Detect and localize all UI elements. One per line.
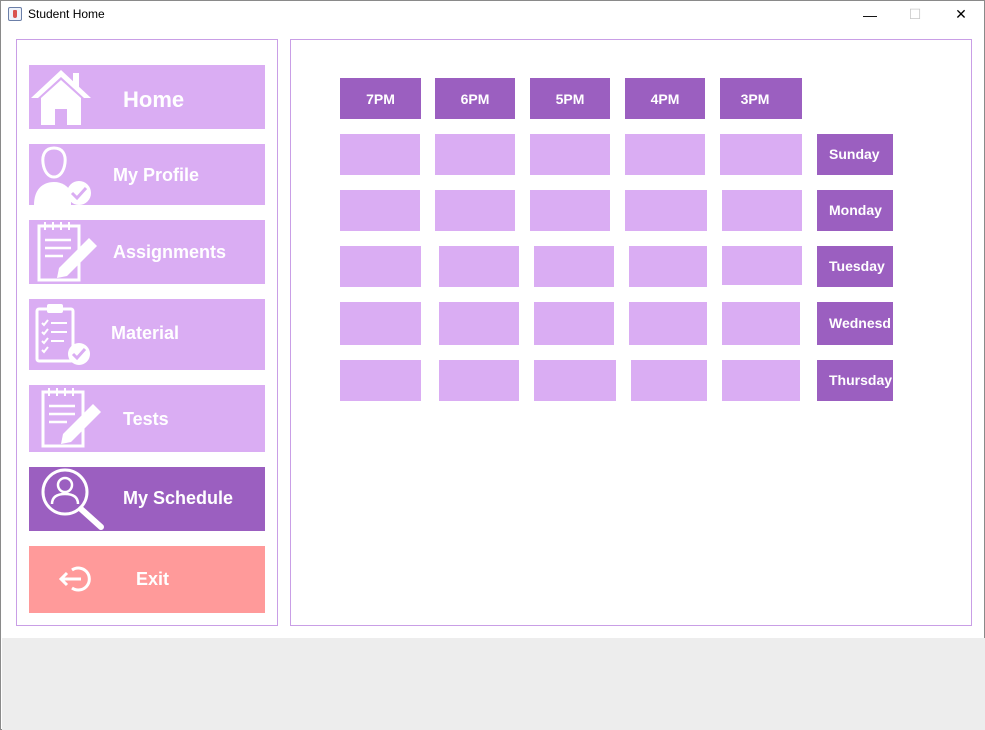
day-label-thursday: Thursday [817, 360, 893, 401]
sidebar-item-label: Tests [123, 409, 169, 429]
user-search-icon [41, 468, 104, 530]
sidebar-item-label: Exit [136, 569, 170, 589]
schedule-cell[interactable] [625, 134, 705, 175]
sidebar-item-label: Home [123, 87, 185, 112]
schedule-cell[interactable] [439, 246, 519, 287]
sidebar-item-home[interactable]: Home [29, 65, 265, 129]
schedule-cell[interactable] [720, 134, 802, 175]
home-icon [31, 70, 91, 125]
schedule-cell[interactable] [629, 302, 707, 345]
maximize-button[interactable]: ☐ [892, 1, 938, 28]
sidebar-item-my-schedule[interactable]: My Schedule [29, 467, 265, 531]
schedule-cell[interactable] [530, 190, 610, 231]
day-label-sunday: Sunday [817, 134, 893, 175]
user-check-icon [34, 146, 91, 205]
sidebar-item-assignments[interactable]: Assignments [29, 220, 265, 284]
sidebar-item-label: My Schedule [123, 488, 234, 508]
clipboard-checklist-icon [35, 304, 90, 365]
sidebar-panel: Home My Profile Assignments Material Tes… [16, 39, 278, 626]
schedule-cell[interactable] [534, 360, 616, 401]
sidebar-item-label: My Profile [113, 165, 200, 185]
day-label-monday: Monday [817, 190, 893, 231]
sidebar-item-label: Assignments [113, 242, 227, 262]
schedule-cell[interactable] [530, 134, 610, 175]
schedule-cell[interactable] [722, 360, 800, 401]
status-area [2, 638, 985, 730]
schedule-cell[interactable] [631, 360, 707, 401]
time-header-7pm: 7PM [340, 78, 421, 119]
day-label-wednesday: Wednesd [817, 302, 893, 345]
schedule-cell[interactable] [340, 134, 420, 175]
app-window: Student Home — ☐ ✕ Home My Profile Assig… [0, 0, 985, 730]
minimize-button[interactable]: — [847, 1, 893, 28]
sidebar-item-material[interactable]: Material [29, 299, 265, 370]
schedule-cell[interactable] [435, 190, 515, 231]
schedule-cell[interactable] [534, 302, 614, 345]
schedule-cell[interactable] [439, 360, 519, 401]
sidebar-item-my-profile[interactable]: My Profile [29, 144, 265, 205]
notepad-pencil-icon [37, 222, 97, 282]
logout-icon [59, 566, 91, 592]
schedule-cell[interactable] [722, 302, 800, 345]
schedule-cell[interactable] [435, 134, 515, 175]
notepad-pencil-icon [41, 388, 101, 448]
java-app-icon [8, 7, 22, 21]
time-header-4pm: 4PM [625, 78, 705, 119]
title-bar: Student Home — ☐ ✕ [1, 1, 984, 28]
schedule-cell[interactable] [439, 302, 519, 345]
schedule-cell[interactable] [722, 246, 802, 285]
day-label-tuesday: Tuesday [817, 246, 893, 287]
time-header-5pm: 5PM [530, 78, 610, 119]
schedule-cell[interactable] [340, 246, 421, 287]
sidebar-item-label: Material [111, 323, 180, 343]
schedule-cell[interactable] [722, 190, 802, 231]
close-button[interactable]: ✕ [938, 1, 984, 28]
exit-button[interactable]: Exit [29, 546, 265, 613]
schedule-cell[interactable] [629, 246, 707, 287]
schedule-cell[interactable] [340, 302, 421, 345]
schedule-cell[interactable] [534, 246, 614, 287]
time-header-3pm: 3PM [720, 78, 802, 119]
window-title: Student Home [28, 7, 105, 21]
schedule-cell[interactable] [340, 360, 421, 401]
schedule-cell[interactable] [625, 190, 707, 231]
schedule-cell[interactable] [340, 190, 420, 231]
sidebar-item-tests[interactable]: Tests [29, 385, 265, 452]
time-header-6pm: 6PM [435, 78, 515, 119]
